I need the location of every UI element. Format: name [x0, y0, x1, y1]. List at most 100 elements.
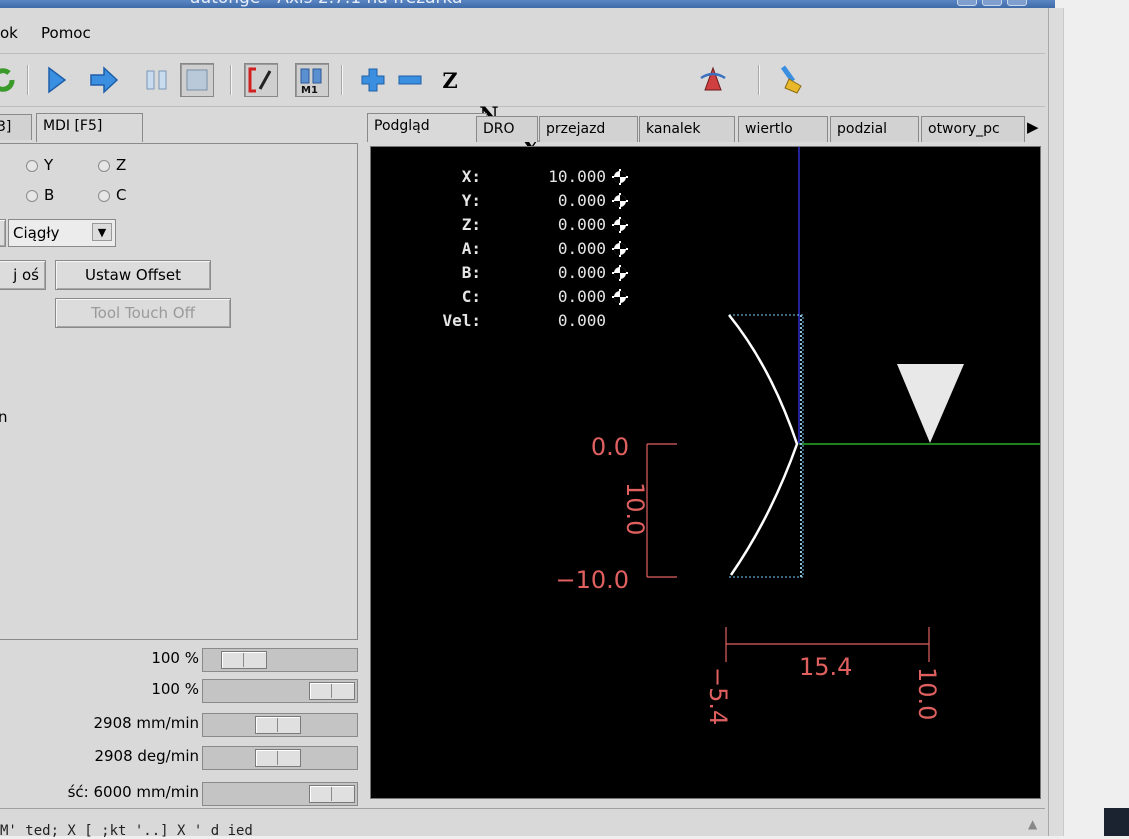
arrow-right-icon [90, 66, 119, 94]
pause-button[interactable] [140, 63, 174, 97]
override-slider[interactable] [202, 746, 358, 770]
slider-label: 2908 deg/min [94, 747, 199, 765]
slider-thumb[interactable] [254, 749, 301, 767]
zoom-out-button[interactable] [393, 63, 427, 97]
jog-mode-select[interactable]: Ciągły ▼ [8, 219, 116, 247]
home-axis-label: j oś [13, 266, 39, 284]
slider-thumb[interactable] [309, 785, 355, 803]
slider-label: ść: 6000 mm/min [67, 783, 199, 801]
toolbar: M1 Z N X Y P [0, 55, 1045, 235]
chevron-down-icon: ▼ [92, 223, 112, 241]
plus-icon [361, 68, 385, 92]
extents-box [729, 314, 804, 578]
stop-button[interactable] [180, 63, 214, 97]
tab-scroll-right-icon[interactable]: ▶ [1027, 118, 1039, 136]
desktop-background [1055, 0, 1129, 836]
block-delete-icon [248, 67, 272, 93]
zoom-in-button[interactable] [356, 63, 390, 97]
stop-icon [186, 69, 208, 91]
view-z-button[interactable]: Z [433, 63, 467, 97]
tab-podglad-label: Podgląd [374, 118, 430, 134]
reload-button[interactable] [0, 63, 20, 97]
menu-bar: ok Pomoc [0, 8, 1045, 54]
toolbar-separator [230, 65, 232, 95]
tab-manual-label: 3] [0, 119, 12, 135]
dim-x-span: 15.4 [799, 653, 852, 681]
pause-icon [146, 70, 167, 90]
slider-thumb[interactable] [254, 716, 301, 734]
slider-thumb[interactable] [309, 682, 355, 700]
optional-stop-icon: M1 [300, 68, 322, 95]
rotate-view-icon [700, 66, 726, 91]
tab-podzial[interactable]: podzial [830, 116, 919, 142]
slider-label: 2908 mm/min [93, 714, 199, 732]
tab-przejazd-label: przejazd [546, 121, 606, 137]
title-bar: autohge - Axis 2.7.1 na frezarka [0, 0, 1055, 8]
optional-stop-button[interactable]: M1 [295, 63, 329, 97]
tab-otwory-label: otwory_pc [928, 121, 1000, 137]
menu-widok[interactable]: ok [0, 24, 18, 42]
tool-touch-off-label: Tool Touch Off [91, 304, 195, 322]
tab-wiertlo-label: wiertlo [745, 121, 793, 137]
tool-cone [897, 364, 964, 443]
step-button[interactable] [87, 63, 121, 97]
toolpath-plot: 0.0 −10.0 10.0 15.4 −5.4 10.0 [555, 147, 1040, 725]
tab-manual[interactable]: 3] [0, 114, 32, 140]
maximize-button[interactable] [982, 0, 1002, 6]
tab-mdi[interactable]: MDI [F5] [36, 113, 143, 142]
dim-y-top: 0.0 [591, 433, 629, 461]
override-slider[interactable] [202, 713, 358, 737]
slider-thumb[interactable] [220, 651, 267, 669]
axis-c-radio[interactable] [98, 190, 110, 202]
touch-off-button[interactable]: Ustaw Offset [55, 260, 211, 290]
minimize-button[interactable] [957, 0, 977, 6]
window-title: autohge - Axis 2.7.1 na frezarka [190, 0, 463, 8]
clear-plot-button[interactable] [774, 63, 808, 97]
override-slider[interactable] [202, 782, 358, 806]
override-slider[interactable] [202, 648, 358, 672]
slider-label: 100 % [151, 649, 199, 667]
tab-dro-label: DRO [483, 121, 515, 137]
jog-minus-button[interactable] [0, 219, 6, 247]
minus-icon [398, 75, 422, 85]
toolbar-separator [758, 65, 760, 95]
tab-podglad[interactable]: Podgląd [367, 113, 487, 142]
desktop-panel-corner [1104, 808, 1129, 836]
rotate-view-button[interactable] [696, 63, 730, 97]
axis-z-radio[interactable] [98, 160, 110, 172]
jog-mode-value: Ciągły [13, 224, 60, 242]
tab-otwory[interactable]: otwory_pc [921, 116, 1025, 142]
axis-b-label: B [44, 186, 55, 204]
override-slider[interactable] [202, 679, 358, 703]
run-button[interactable] [39, 63, 73, 97]
block-delete-button[interactable] [244, 63, 278, 97]
axis-y-radio[interactable] [26, 160, 38, 172]
scroll-up-icon[interactable]: ▲ [1028, 817, 1037, 831]
stray-label: n [0, 408, 8, 426]
tab-mdi-label: MDI [F5] [43, 118, 103, 134]
tool-touch-off-button[interactable]: Tool Touch Off [55, 298, 231, 328]
toolpath-arc [728, 314, 799, 576]
axis-y-label: Y [44, 156, 54, 174]
dim-x-right: 10.0 [913, 667, 941, 720]
view-z-label: Z [442, 67, 458, 93]
tab-dro[interactable]: DRO [476, 116, 538, 142]
tab-wiertlo[interactable]: wiertlo [738, 116, 828, 142]
svg-text:M1: M1 [301, 85, 318, 95]
play-icon [48, 66, 67, 94]
axis-z-label: Z [116, 156, 127, 174]
reload-icon [0, 68, 15, 92]
toolbar-separator [341, 65, 343, 95]
close-button[interactable] [1007, 0, 1027, 6]
dim-y-span: 10.0 [621, 482, 649, 535]
dim-x-left: −5.4 [704, 667, 732, 725]
toolbar-separator [27, 65, 29, 95]
preview-canvas[interactable]: X: 10.000 Y: 0.000 Z: 0.000 A: 0.000 B: 0.000 C: 0.… [370, 146, 1041, 799]
tab-przejazd[interactable]: przejazd [539, 116, 638, 142]
tab-kanalek[interactable]: kanalek [639, 116, 735, 142]
menu-pomoc[interactable]: Pomoc [41, 24, 91, 42]
axis-b-radio[interactable] [26, 190, 38, 202]
home-axis-button[interactable]: j oś [0, 260, 46, 290]
window-right-border [1048, 8, 1064, 836]
tab-kanalek-label: kanalek [646, 121, 701, 137]
